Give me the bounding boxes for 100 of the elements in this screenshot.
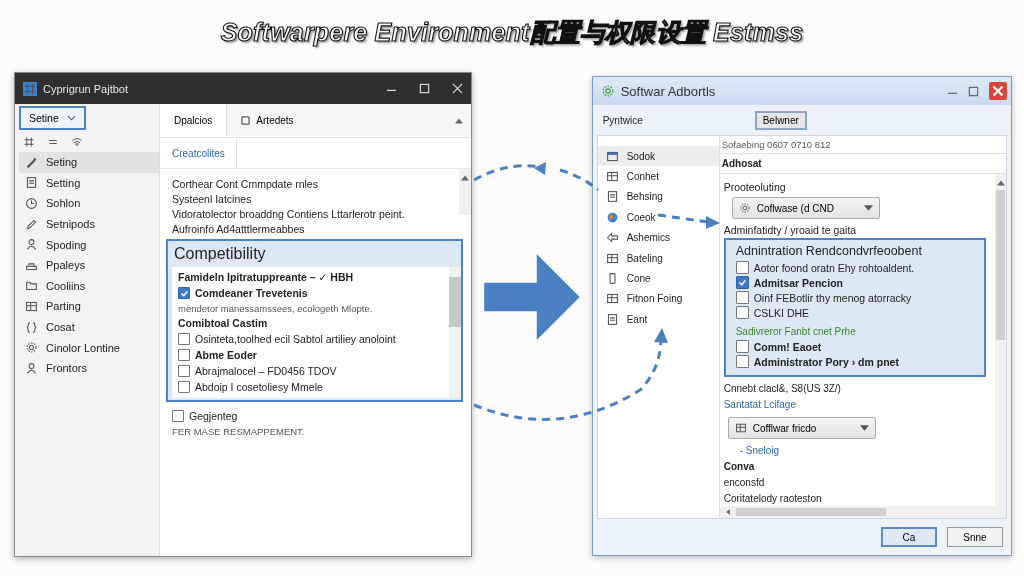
checkbox[interactable] (735, 355, 749, 368)
sidebar-item[interactable]: Frontors (19, 357, 159, 379)
page-title: Softwarpere Environment配置与权限设置 Estmss (0, 0, 1024, 64)
label: Comibtoal Castim (178, 316, 269, 331)
window-title: Cyprigrun Pajtbot (43, 82, 129, 95)
caret-icon (863, 205, 873, 211)
sidebar-item[interactable]: Conhet (597, 166, 719, 187)
close-icon[interactable] (989, 82, 1007, 100)
square-icon (241, 116, 251, 125)
scrollbar[interactable] (459, 169, 472, 215)
panel-title: Adnintration Rendcondvrfeoobent (735, 244, 923, 258)
caret-icon (859, 425, 869, 431)
document-icon (605, 190, 619, 204)
popup-title: Competibility (173, 244, 267, 264)
checkbox[interactable] (178, 333, 190, 345)
label: Aufroinfo Ad4atttlermeabbes (172, 222, 306, 237)
scrollbar[interactable] (995, 174, 1006, 506)
sidebar-item[interactable]: Eant (597, 309, 719, 330)
checkbox-label: Gegjenteg (189, 410, 238, 422)
sidebar-item[interactable]: Cone (597, 268, 719, 289)
close-icon[interactable] (452, 83, 464, 94)
toolbar-button[interactable]: Belwner (754, 110, 807, 130)
scrollbar-thumb[interactable] (449, 277, 462, 327)
sidebar-item[interactable]: Coeok (597, 207, 719, 228)
sidebar-item[interactable]: Parting (19, 296, 159, 317)
checkbox[interactable] (735, 261, 749, 274)
table-icon (605, 170, 619, 184)
scrollbar-thumb[interactable] (996, 190, 1005, 340)
sidebar-item[interactable]: Cooliins (19, 275, 159, 297)
table-icon (605, 251, 619, 265)
gear-icon (738, 202, 751, 214)
gear-icon (25, 341, 38, 355)
checkbox[interactable] (178, 287, 190, 299)
sidebar-item[interactable]: Ppaleys (19, 254, 159, 276)
dialog-button[interactable]: Snne (947, 527, 1003, 547)
checkbox[interactable] (735, 340, 749, 353)
maximize-icon[interactable] (968, 85, 979, 97)
section-title: Adhosat (719, 154, 1006, 174)
sidebar-item[interactable]: Spoding (19, 234, 159, 255)
sidebar-item[interactable]: Sohlon (19, 193, 159, 214)
note-text: mendetor manessamssees, ecologeth Mlopte. (178, 302, 374, 316)
pencil-icon (25, 217, 38, 231)
label: Conva (723, 460, 756, 474)
checkbox-label: Admitsar Pencion (753, 276, 843, 289)
sub-tab[interactable]: Creatcolites (160, 138, 237, 168)
wifi-icon[interactable] (71, 136, 83, 148)
sidebar-item[interactable]: Cosat (19, 316, 159, 338)
tab[interactable]: Artedets (227, 104, 308, 137)
tree-item[interactable]: - Sneloig (739, 443, 995, 459)
scroll-up-icon[interactable] (461, 175, 470, 181)
sidebar-item[interactable]: Setting (19, 172, 159, 194)
checkbox[interactable] (735, 306, 749, 319)
checkbox[interactable] (735, 291, 749, 304)
collapse-icon[interactable] (455, 117, 464, 124)
label: Corthear Cont Cmmpdate rnles (172, 177, 319, 192)
brush-icon (25, 155, 38, 169)
sidebar-item[interactable]: Behsing (597, 186, 719, 208)
checkbox[interactable] (178, 365, 190, 377)
globe-icon (605, 210, 619, 224)
dropdown[interactable]: Cofflwar fricdo (727, 417, 876, 439)
checkbox-label: Aotor foond oratn Ehy rohtoaldent. (753, 261, 915, 274)
clock-icon (25, 197, 38, 210)
window-icon (605, 149, 619, 163)
document-icon (605, 312, 619, 326)
scrollbar[interactable] (449, 267, 462, 398)
sidebar-item[interactable]: Fitnon Foing (597, 288, 719, 310)
sidebar-item[interactable]: Setnipods (19, 213, 159, 235)
dialog-button[interactable]: Ca (881, 527, 937, 547)
checkmark-icon (737, 278, 747, 287)
scrollbar-thumb[interactable] (735, 508, 886, 516)
scroll-up-icon[interactable] (996, 180, 1005, 186)
sidebar-item[interactable]: Cinolor Lontine (19, 337, 159, 358)
grid-icon[interactable] (23, 136, 35, 148)
note-text: FER MASE RESMAPPEMENT. (172, 425, 306, 439)
checkbox-label: Osinteta,toolhed ecil Sabtol artiliey anoloint (195, 333, 396, 345)
dashed-arrow (657, 213, 720, 229)
folder-icon (25, 279, 38, 293)
checkbox-label: Abme Eoder (195, 349, 257, 361)
sidebar-item[interactable]: Sodok (597, 146, 719, 167)
sidebar-item[interactable]: Bateling (597, 247, 719, 269)
checkbox-label: Comm! Eaoet (753, 340, 822, 353)
section-link[interactable]: Santatat Lcifage (723, 397, 995, 413)
checkbox-label: CSLKI DHE (753, 306, 810, 319)
label: Vidoratolector broaddng Contiens Lttarlerotr peint. (172, 207, 406, 222)
checkbox[interactable] (735, 276, 749, 289)
label: Cnnebt clacl&, S8(US 3Z/) (723, 382, 842, 396)
toolbar-label: Pyntwice (602, 114, 644, 126)
sidebar-item[interactable]: Seting (19, 152, 159, 173)
path-field: Sofaebing 0607 0710 812 (719, 136, 1006, 154)
checkbox[interactable] (178, 349, 190, 361)
tab[interactable]: Dpalcios (160, 104, 228, 137)
checkbox[interactable] (178, 381, 190, 393)
scrollbar[interactable] (719, 506, 1006, 518)
sidebar-item[interactable]: Ashemics (597, 227, 719, 248)
checkbox-label: Administrator Pory › dm pnet (753, 355, 899, 368)
window-title: Softwar Adbortls (620, 83, 717, 99)
label: Systeenl Iatcines (172, 192, 253, 207)
dropdown[interactable]: Coflwase (d CND (731, 197, 880, 219)
checkbox[interactable] (172, 410, 184, 422)
dropdown[interactable]: Setine (19, 106, 86, 130)
